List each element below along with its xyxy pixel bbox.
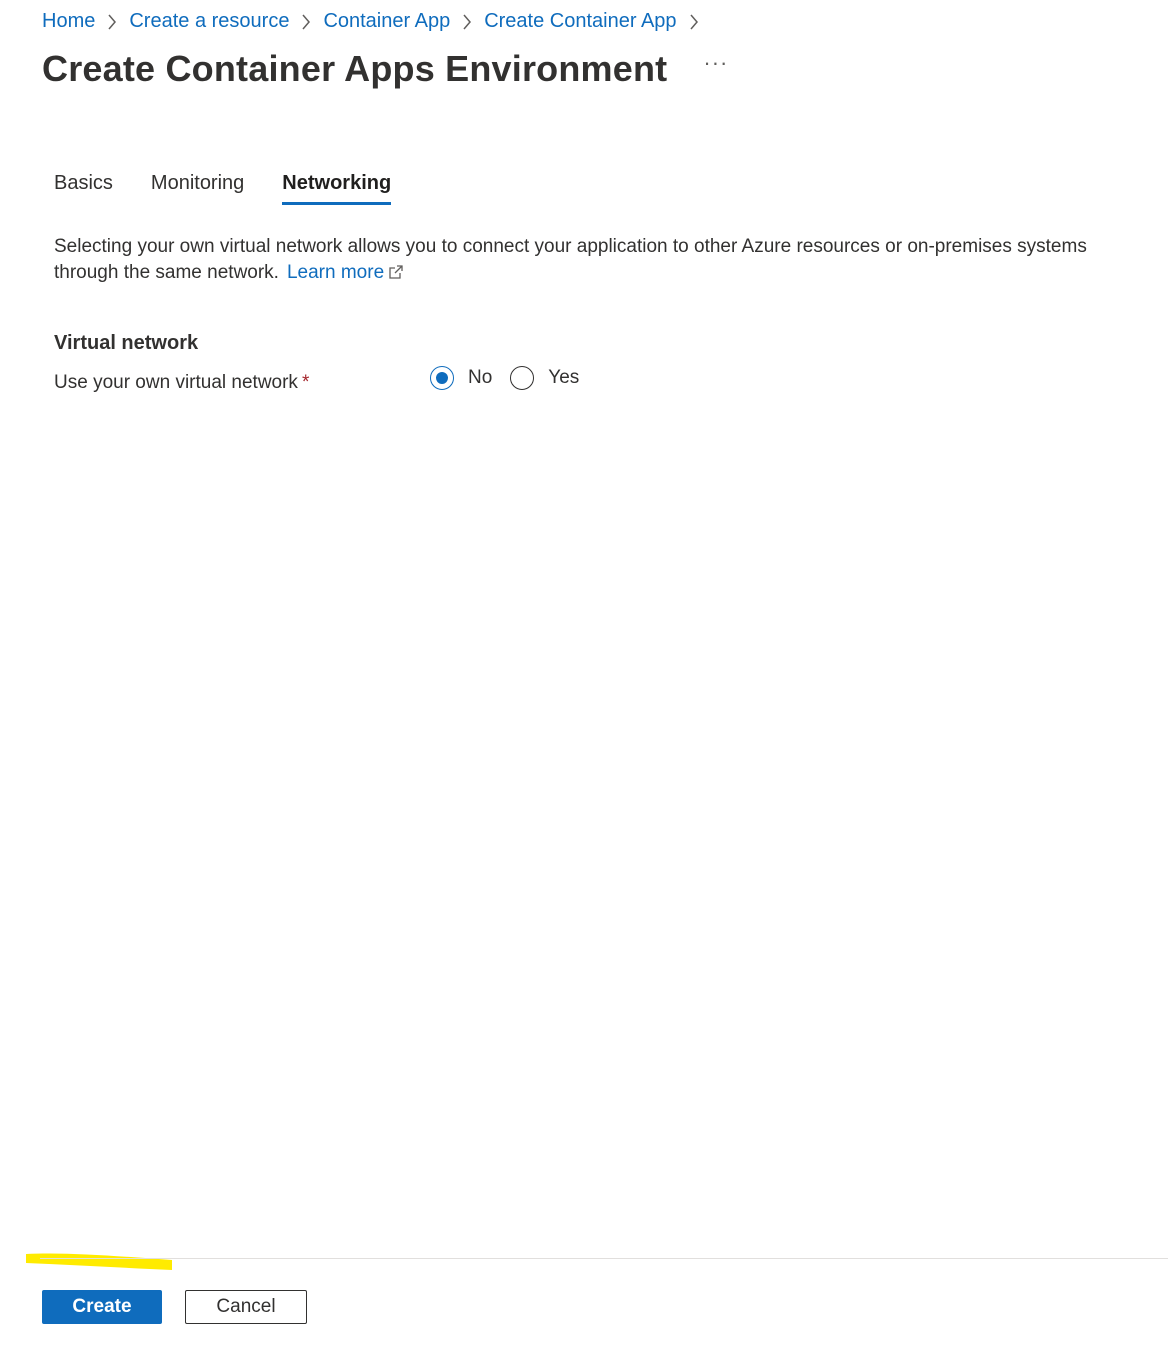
breadcrumb-create-resource[interactable]: Create a resource xyxy=(129,6,289,36)
tab-list: Basics Monitoring Networking xyxy=(54,172,429,205)
create-button[interactable]: Create xyxy=(42,1290,162,1324)
page-title: Create Container Apps Environment xyxy=(42,48,668,89)
create-environment-page: Home Create a resource Container App Cre… xyxy=(0,0,1168,1355)
radio-yes-unchecked[interactable] xyxy=(510,366,535,390)
learn-more-label[interactable]: Learn more xyxy=(287,262,384,283)
use-own-vnet-label: Use your own virtual network * xyxy=(54,372,309,394)
tab-networking[interactable]: Networking xyxy=(282,172,391,205)
networking-description: Selecting your own virtual network allow… xyxy=(54,234,1094,286)
virtual-network-heading: Virtual network xyxy=(54,332,199,354)
radio-dot xyxy=(436,372,448,384)
yellow-highlight-mark xyxy=(26,1253,172,1270)
breadcrumb-home[interactable]: Home xyxy=(42,6,95,36)
footer-divider xyxy=(40,1258,1168,1259)
chevron-right-icon xyxy=(95,6,129,36)
breadcrumb: Home Create a resource Container App Cre… xyxy=(42,6,711,36)
tab-basics[interactable]: Basics xyxy=(54,172,113,205)
radio-no-checked[interactable] xyxy=(430,366,454,390)
chevron-right-icon xyxy=(450,6,484,36)
description-text: Selecting your own virtual network allow… xyxy=(54,236,1087,283)
radio-option-yes[interactable]: Yes xyxy=(510,366,579,390)
learn-more-link[interactable]: Learn more xyxy=(287,262,404,283)
chevron-right-icon xyxy=(289,6,323,36)
chevron-right-icon xyxy=(677,6,711,36)
radio-yes-label[interactable]: Yes xyxy=(548,367,579,389)
required-marker: * xyxy=(301,372,310,393)
radio-no-label[interactable]: No xyxy=(468,367,492,389)
cancel-button[interactable]: Cancel xyxy=(185,1290,307,1324)
tab-monitoring[interactable]: Monitoring xyxy=(151,172,244,205)
external-link-icon xyxy=(389,265,403,279)
breadcrumb-create-container-app[interactable]: Create Container App xyxy=(484,6,676,36)
breadcrumb-container-app[interactable]: Container App xyxy=(323,6,450,36)
title-row: Create Container Apps Environment ··· xyxy=(42,48,728,90)
radio-option-no[interactable]: No xyxy=(430,366,492,390)
more-options-icon[interactable]: ··· xyxy=(703,52,728,74)
use-own-vnet-label-text: Use your own virtual network xyxy=(54,372,298,393)
vnet-radio-group: No Yes xyxy=(430,366,597,390)
